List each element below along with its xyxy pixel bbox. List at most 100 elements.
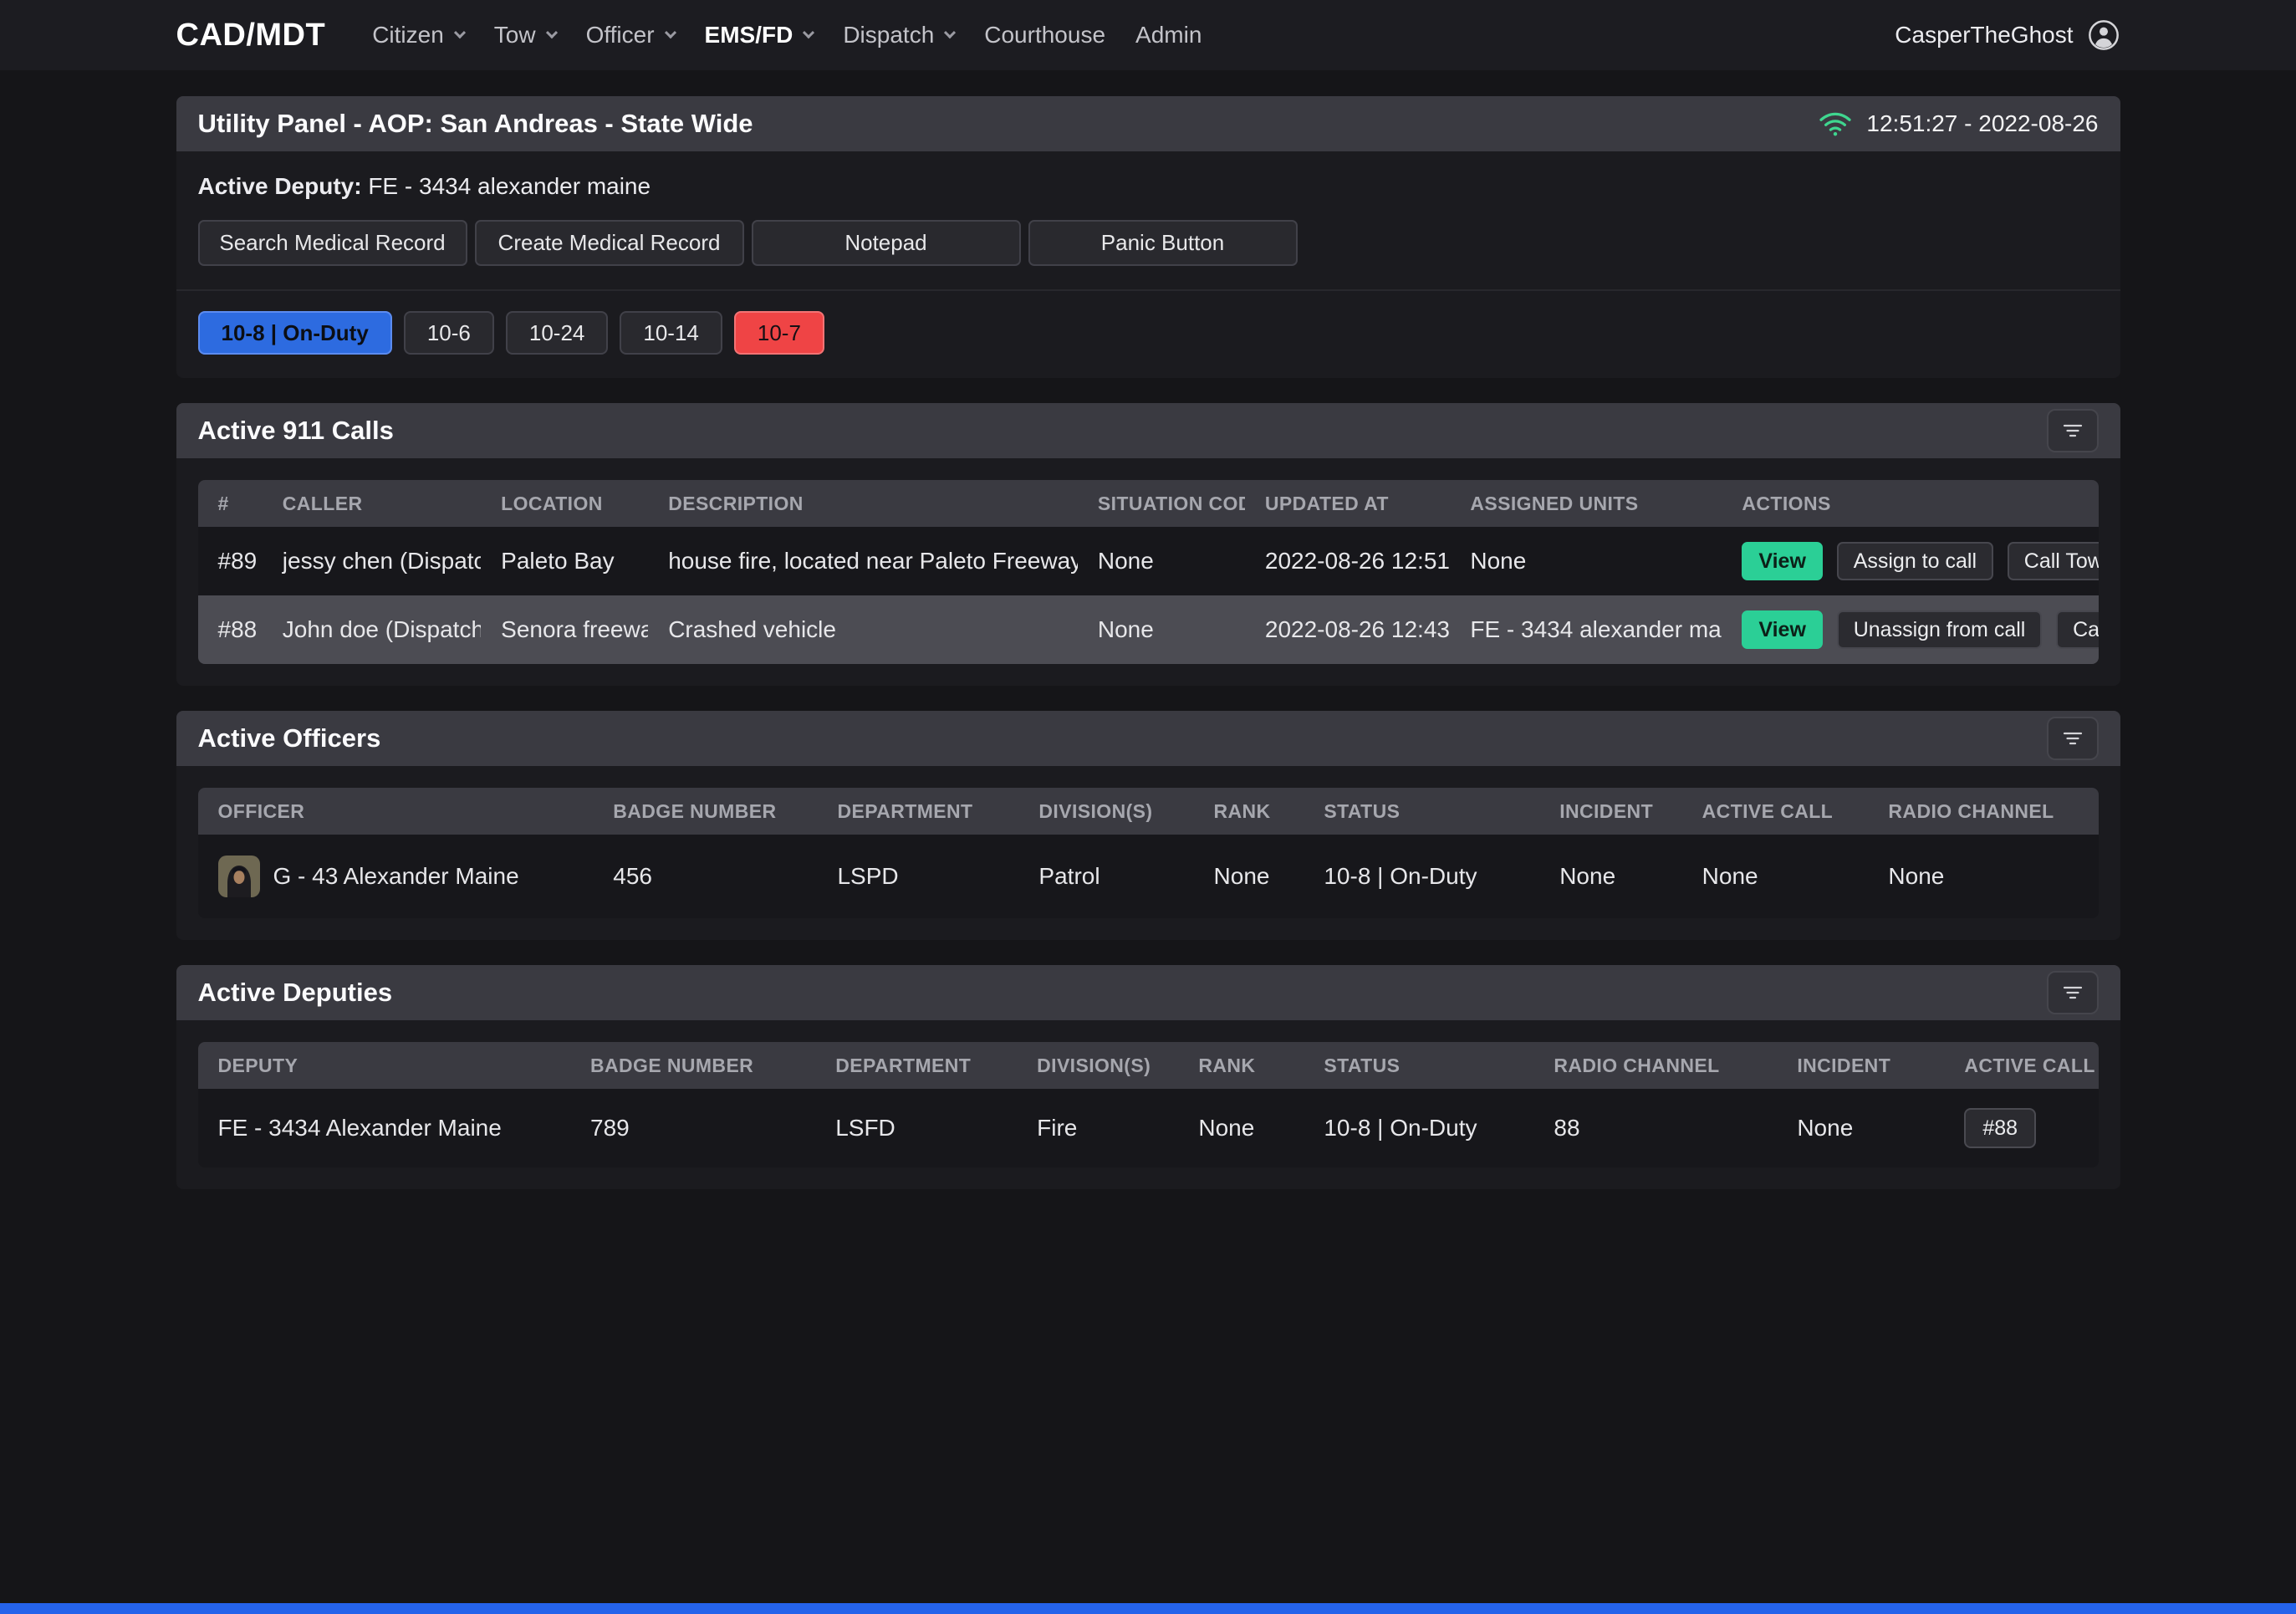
clock-timestamp: 12:51:27 - 2022-08-26: [1866, 110, 2098, 137]
column-badge-number: BADGE NUMBER: [570, 1042, 815, 1089]
chevron-down-icon: [944, 27, 956, 38]
column-officer: OFFICER: [198, 788, 594, 835]
active-deputies-header: Active Deputies: [176, 965, 2120, 1020]
active-911-calls-table: # CALLER LOCATION DESCRIPTION SITUATION …: [198, 480, 2099, 664]
call-description-cell: Crashed vehicle: [648, 595, 1078, 664]
filter-icon: [2062, 984, 2084, 1001]
nav-item-ems-fd[interactable]: EMS/FD: [705, 22, 814, 49]
column-actions: ACTIONS: [1722, 480, 2098, 527]
call-description-cell: house fire, located near Paleto Freeway: [648, 527, 1078, 595]
active-officers-header: Active Officers: [176, 711, 2120, 766]
chevron-down-icon: [546, 27, 558, 38]
unassign-from-call-button[interactable]: Unassign from call: [1837, 610, 2043, 649]
person-circle-icon: [2087, 18, 2120, 52]
active-deputy-line: Active Deputy: FE - 3434 alexander maine: [198, 173, 2099, 200]
nav-item-label: EMS/FD: [705, 22, 793, 49]
nav-item-tow[interactable]: Tow: [494, 22, 556, 49]
deputy-rank-cell: None: [1178, 1089, 1304, 1167]
status-button-10-14[interactable]: 10-14: [620, 311, 722, 355]
call-updated-at-cell: 2022-08-26 12:51:16: [1245, 527, 1450, 595]
duty-status-row: 10-8 | On-Duty 10-6 10-24 10-14 10-7: [198, 311, 2099, 356]
call-id-cell: #88: [198, 595, 263, 664]
nav-item-dispatch[interactable]: Dispatch: [843, 22, 954, 49]
search-medical-record-button[interactable]: Search Medical Record: [198, 220, 467, 266]
officer-radio-channel-cell: None: [1868, 835, 2098, 918]
officer-divisions-cell: Patrol: [1018, 835, 1193, 918]
call-row-88: #88 John doe (Dispatch) Senora freeway C…: [198, 595, 2099, 664]
officer-row: G - 43 Alexander Maine 456 LSPD Patrol N…: [198, 835, 2099, 918]
active-deputy-value: FE - 3434 alexander maine: [368, 173, 651, 199]
call-location-cell: Senora freeway: [481, 595, 648, 664]
status-button-10-24[interactable]: 10-24: [506, 311, 609, 355]
nav-item-label: Citizen: [372, 22, 444, 49]
view-call-button[interactable]: View: [1742, 610, 1823, 649]
call-situation-code-cell: None: [1078, 595, 1245, 664]
call-tow-button[interactable]: Call Tow: [2056, 610, 2098, 649]
deputy-row: FE - 3434 Alexander Maine 789 LSFD Fire …: [198, 1089, 2099, 1167]
nav-item-officer[interactable]: Officer: [586, 22, 675, 49]
nav-item-label: Dispatch: [843, 22, 934, 49]
chevron-down-icon: [454, 27, 466, 38]
column-caller: CALLER: [263, 480, 481, 527]
active-911-calls-header: Active 911 Calls: [176, 403, 2120, 458]
create-medical-record-button[interactable]: Create Medical Record: [475, 220, 744, 266]
column-description: DESCRIPTION: [648, 480, 1078, 527]
deputy-radio-channel-cell: 88: [1533, 1089, 1777, 1167]
app-logo[interactable]: CAD/MDT: [176, 18, 326, 54]
column-incident: INCIDENT: [1777, 1042, 1944, 1089]
username: CasperTheGhost: [1895, 22, 2073, 49]
active-officers-title: Active Officers: [198, 723, 381, 753]
filter-icon: [2062, 730, 2084, 747]
nav-item-label: Tow: [494, 22, 536, 49]
assign-to-call-button[interactable]: Assign to call: [1837, 542, 1993, 580]
deputies-filter-button[interactable]: [2047, 971, 2099, 1014]
active-call-link-button[interactable]: #88: [1964, 1108, 2036, 1148]
status-button-10-7[interactable]: 10-7: [734, 311, 824, 355]
nav-item-courthouse[interactable]: Courthouse: [984, 22, 1105, 49]
utility-buttons-row: Search Medical Record Create Medical Rec…: [198, 220, 2099, 266]
column-badge-number: BADGE NUMBER: [593, 788, 817, 835]
deputy-active-call-cell: #88: [1944, 1089, 2098, 1167]
nav-item-label: Courthouse: [984, 22, 1105, 49]
nav-item-citizen[interactable]: Citizen: [372, 22, 464, 49]
chevron-down-icon: [664, 27, 676, 38]
column-situation-code: SITUATION CODE: [1078, 480, 1245, 527]
deputy-name-cell: FE - 3434 Alexander Maine: [198, 1089, 571, 1167]
column-department: DEPARTMENT: [815, 1042, 1017, 1089]
active-deputy-label: Active Deputy:: [198, 173, 362, 199]
calls-header-row: # CALLER LOCATION DESCRIPTION SITUATION …: [198, 480, 2099, 527]
column-id: #: [198, 480, 263, 527]
view-call-button[interactable]: View: [1742, 542, 1823, 580]
deputy-status-cell: 10-8 | On-Duty: [1304, 1089, 1533, 1167]
active-officers-panel: Active Officers OFFICER BADGE N: [176, 711, 2120, 940]
call-assigned-units-cell: None: [1450, 527, 1722, 595]
officer-badge-cell: 456: [593, 835, 817, 918]
panic-button[interactable]: Panic Button: [1028, 220, 1298, 266]
utility-panel-title: Utility Panel - AOP: San Andreas - State…: [198, 109, 753, 139]
main-content: Utility Panel - AOP: San Andreas - State…: [176, 96, 2120, 1189]
call-tow-button[interactable]: Call Tow: [2008, 542, 2099, 580]
call-updated-at-cell: 2022-08-26 12:43:16: [1245, 595, 1450, 664]
call-caller-cell: John doe (Dispatch): [263, 595, 481, 664]
column-location: LOCATION: [481, 480, 648, 527]
section-divider: [176, 289, 2120, 291]
officer-name: G - 43 Alexander Maine: [273, 863, 519, 890]
officer-name-cell: G - 43 Alexander Maine: [198, 835, 594, 918]
nav-item-label: Admin: [1135, 22, 1202, 49]
column-status: STATUS: [1304, 788, 1539, 835]
active-officers-table: OFFICER BADGE NUMBER DEPARTMENT DIVISION…: [198, 788, 2099, 918]
chevron-down-icon: [803, 27, 814, 38]
status-button-10-6[interactable]: 10-6: [404, 311, 494, 355]
user-menu[interactable]: CasperTheGhost: [1895, 18, 2120, 52]
deputy-department-cell: LSFD: [815, 1089, 1017, 1167]
nav-item-admin[interactable]: Admin: [1135, 22, 1202, 49]
officer-status-cell: 10-8 | On-Duty: [1304, 835, 1539, 918]
column-incident: INCIDENT: [1539, 788, 1681, 835]
notepad-button[interactable]: Notepad: [752, 220, 1021, 266]
status-button-10-8[interactable]: 10-8 | On-Duty: [198, 311, 392, 355]
call-actions-cell: View Unassign from call Call Tow: [1722, 595, 2098, 664]
calls-filter-button[interactable]: [2047, 409, 2099, 452]
officers-filter-button[interactable]: [2047, 717, 2099, 760]
call-location-cell: Paleto Bay: [481, 527, 648, 595]
column-assigned-units: ASSIGNED UNITS: [1450, 480, 1722, 527]
